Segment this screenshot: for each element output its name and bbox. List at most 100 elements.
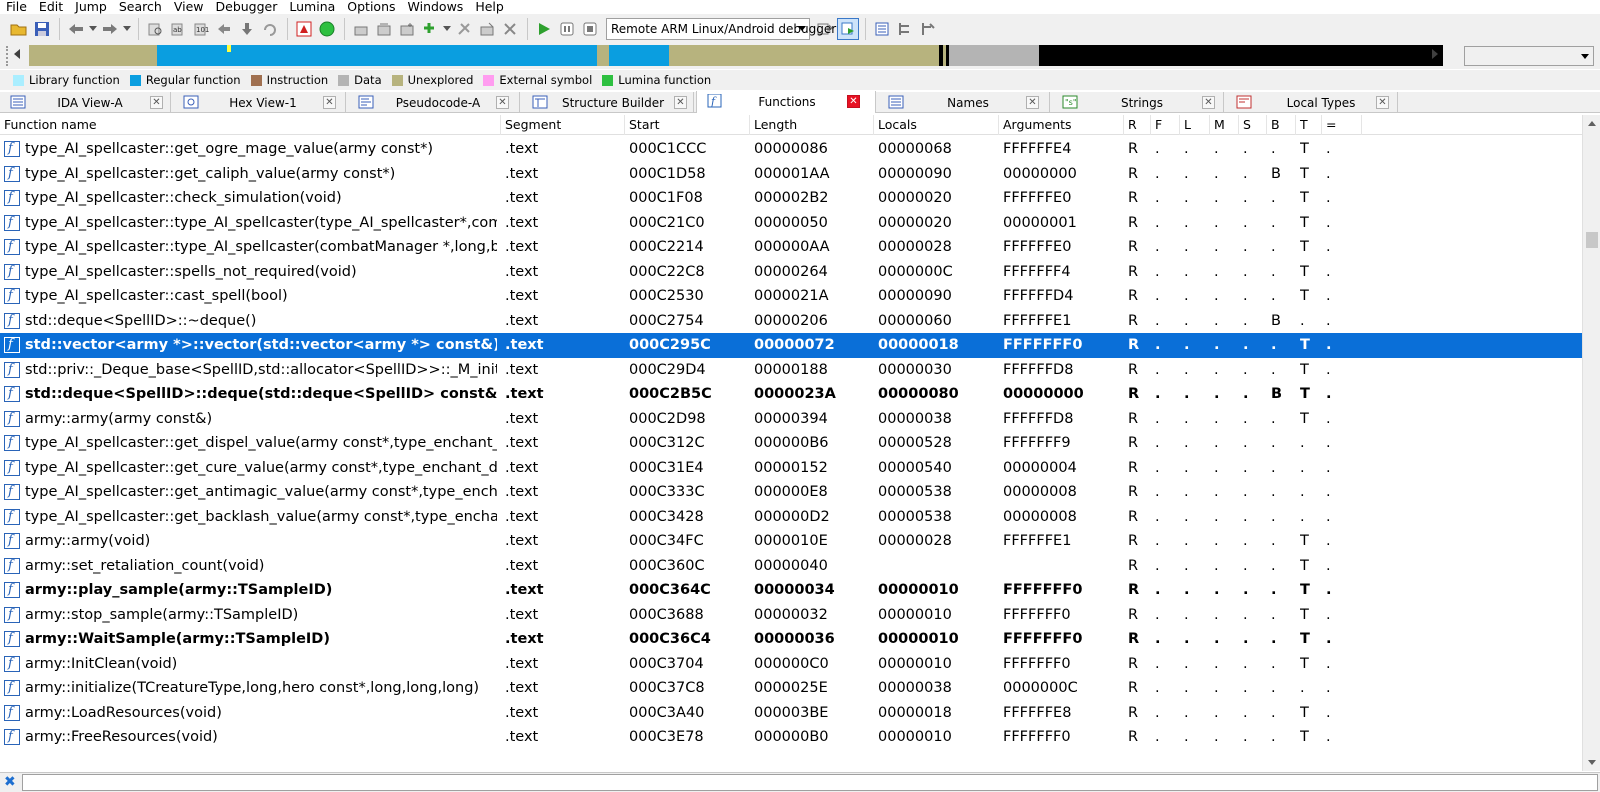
close-icon[interactable]: ✕ — [1376, 96, 1389, 109]
scroll-up-icon[interactable] — [1588, 121, 1596, 126]
jump-down-icon[interactable] — [236, 18, 258, 40]
menu-edit[interactable]: Edit — [33, 0, 69, 13]
tab-functions[interactable]: f Functions ✕ — [696, 91, 876, 113]
nav-scroll-left-icon[interactable] — [14, 49, 20, 59]
table-row[interactable]: f std::deque<SpellID>::~deque() .text 000C2… — [0, 309, 1582, 334]
table-row[interactable]: f army::army(void) .text 000C34FC 0000010E 00… — [0, 529, 1582, 554]
attach-process-icon[interactable] — [837, 18, 859, 40]
menu-help[interactable]: Help — [469, 0, 510, 13]
open-icon[interactable] — [8, 18, 30, 40]
navband-grip[interactable] — [6, 46, 8, 66]
add-function-icon[interactable] — [419, 18, 441, 40]
patch-icon[interactable] — [453, 18, 475, 40]
table-row[interactable]: f army::FreeResources(void) .text 000C3E78 0… — [0, 725, 1582, 750]
table-row[interactable]: f army::play_sample(army::TSampleID) .text… — [0, 578, 1582, 603]
column-header[interactable]: Segment — [501, 115, 625, 135]
table-row[interactable]: f type_AI_spellcaster::type_AI_spellcaste… — [0, 235, 1582, 260]
forward-arrow-icon[interactable] — [99, 18, 121, 40]
struct-tools-icon[interactable] — [917, 18, 939, 40]
start-process-icon[interactable] — [533, 18, 555, 40]
table-row[interactable]: f army::stop_sample(army::TSampleID) .text… — [0, 603, 1582, 628]
table-row[interactable]: f type_AI_spellcaster::check_simulation(v… — [0, 186, 1582, 211]
column-header[interactable]: M — [1210, 115, 1239, 135]
close-icon[interactable]: ✕ — [674, 96, 687, 109]
cross-references-icon[interactable] — [894, 18, 916, 40]
make-code-icon[interactable] — [350, 18, 372, 40]
table-row[interactable]: f type_AI_spellcaster::cast_spell(bool) .t… — [0, 284, 1582, 309]
immediate-search-icon[interactable]: 101 — [190, 18, 212, 40]
table-row[interactable]: f std::priv::_Deque_base<SpellID,std::all… — [0, 358, 1582, 383]
column-header[interactable]: Function name — [0, 115, 501, 135]
menu-windows[interactable]: Windows — [402, 0, 470, 13]
menu-lumina[interactable]: Lumina — [283, 0, 341, 13]
table-row[interactable]: f type_AI_spellcaster::spells_not_require… — [0, 260, 1582, 285]
back-arrow-icon[interactable] — [65, 18, 87, 40]
column-header[interactable]: L — [1180, 115, 1210, 135]
graph-view-icon[interactable] — [293, 18, 315, 40]
close-icon[interactable]: ✕ — [1026, 96, 1039, 109]
vertical-scrollbar[interactable] — [1582, 115, 1600, 771]
command-input[interactable] — [22, 774, 1598, 791]
back-dropdown-icon[interactable] — [88, 18, 98, 40]
column-header[interactable]: Start — [625, 115, 750, 135]
menu-debugger[interactable]: Debugger — [210, 0, 284, 13]
menu-file[interactable]: File — [0, 0, 33, 13]
column-header[interactable]: S — [1239, 115, 1267, 135]
debugger-select[interactable]: Remote ARM Linux/Android debugger — [606, 18, 836, 40]
table-row[interactable]: f type_AI_spellcaster::get_antimagic_valu… — [0, 480, 1582, 505]
table-row[interactable]: f std::deque<SpellID>::deque(std::deque<S… — [0, 382, 1582, 407]
function-dropdown-icon[interactable] — [442, 18, 452, 40]
close-icon[interactable]: ✕ — [1202, 96, 1215, 109]
table-row[interactable]: f type_AI_spellcaster::get_cure_value(arm… — [0, 456, 1582, 481]
column-header[interactable]: F — [1151, 115, 1180, 135]
navigation-strip[interactable] — [29, 45, 1443, 66]
column-header[interactable]: = — [1322, 115, 1362, 135]
column-header[interactable]: Arguments — [999, 115, 1124, 135]
forward-dropdown-icon[interactable] — [122, 18, 132, 40]
tab-ida-view-a[interactable]: IDA View-A ✕ — [0, 92, 171, 113]
menu-options[interactable]: Options — [341, 0, 401, 13]
table-row[interactable]: f army::WaitSample(army::TSampleID) .text 0… — [0, 627, 1582, 652]
search-next-icon[interactable] — [213, 18, 235, 40]
table-row[interactable]: f type_AI_spellcaster::get_caliph_value(a… — [0, 162, 1582, 187]
scroll-down-icon[interactable] — [1588, 760, 1596, 765]
column-header[interactable]: R — [1124, 115, 1151, 135]
tab-hex-view-1[interactable]: Hex View-1 ✕ — [173, 92, 346, 113]
menu-jump[interactable]: Jump — [69, 0, 113, 13]
table-row[interactable]: f type_AI_spellcaster::get_backlash_value… — [0, 505, 1582, 530]
table-row[interactable]: f army::initialize(TCreatureType,long,her… — [0, 676, 1582, 701]
table-row[interactable]: f army::army(army const&) .text 000C2D98 000… — [0, 407, 1582, 432]
navband-combo[interactable] — [1464, 46, 1594, 66]
text-search-icon[interactable]: ab — [167, 18, 189, 40]
table-row[interactable]: f type_AI_spellcaster::type_AI_spellcaste… — [0, 211, 1582, 236]
column-header[interactable]: Length — [750, 115, 874, 135]
lumina-green-icon[interactable] — [316, 18, 338, 40]
output-toggle-icon[interactable]: ✖ — [4, 774, 16, 790]
menu-view[interactable]: View — [168, 0, 210, 13]
tab-pseudocode-a[interactable]: Pseudocode-A ✕ — [348, 92, 520, 113]
table-row[interactable]: f type_AI_spellcaster::get_ogre_mage_valu… — [0, 137, 1582, 162]
tab-strings[interactable]: "s" Strings ✕ — [1052, 92, 1224, 113]
segments-icon[interactable] — [871, 18, 893, 40]
nav-scroll-right-icon[interactable] — [1432, 49, 1438, 59]
close-icon[interactable]: ✕ — [150, 96, 163, 109]
pause-process-icon[interactable] — [556, 18, 578, 40]
tab-local-types[interactable]: Local Types ✕ — [1226, 92, 1398, 113]
save-icon[interactable] — [31, 18, 53, 40]
close-icon[interactable]: ✕ — [496, 96, 509, 109]
scroll-thumb[interactable] — [1586, 232, 1598, 248]
close-icon[interactable]: ✕ — [847, 95, 860, 108]
table-row[interactable]: f type_AI_spellcaster::get_dispel_value(a… — [0, 431, 1582, 456]
close-cross-icon[interactable] — [499, 18, 521, 40]
column-header[interactable]: T — [1296, 115, 1322, 135]
column-header[interactable]: Locals — [874, 115, 999, 135]
column-header[interactable]: B — [1267, 115, 1296, 135]
table-row[interactable]: f std::vector<army *>::vector(std::vector… — [0, 333, 1582, 358]
tab-structure-builder[interactable]: Structure Builder ✕ — [522, 92, 694, 113]
undefine-icon[interactable] — [476, 18, 498, 40]
table-row[interactable]: f army::InitClean(void) .text 000C3704 00000… — [0, 652, 1582, 677]
undo-icon[interactable] — [259, 18, 281, 40]
table-row[interactable]: f army::LoadResources(void) .text 000C3A40 0… — [0, 701, 1582, 726]
table-row[interactable]: f army::set_retaliation_count(void) .text 0… — [0, 554, 1582, 579]
binary-search-icon[interactable] — [144, 18, 166, 40]
